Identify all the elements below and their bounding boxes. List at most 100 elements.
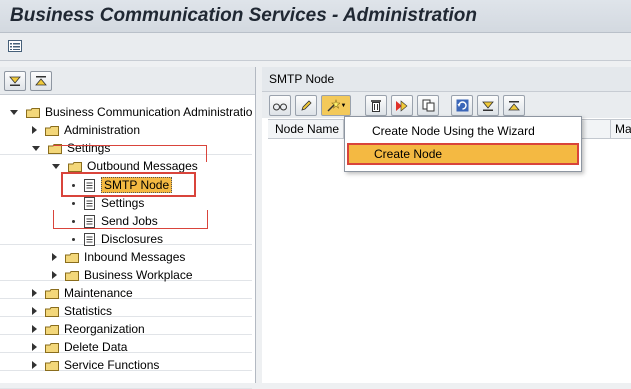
- create-button[interactable]: ▼: [321, 95, 351, 116]
- expand-subtree-button[interactable]: [477, 95, 499, 116]
- tree-item-label: Settings: [101, 196, 145, 210]
- tree-item-reorganization[interactable]: Reorganization: [32, 320, 145, 338]
- tree-item-label: Outbound Messages: [87, 159, 198, 173]
- column-header-ma[interactable]: Ma: [615, 122, 631, 136]
- tree-item-maintenance[interactable]: Maintenance: [32, 284, 133, 302]
- tree-toolbar: [0, 67, 255, 95]
- copy-icon: [422, 99, 434, 112]
- execute-icon: [396, 99, 408, 112]
- document-icon: [84, 232, 95, 246]
- tree-item-settings[interactable]: Settings: [32, 139, 110, 157]
- tree-item-bc-administration[interactable]: Business Communication Administratio: [10, 103, 252, 121]
- tree-item-label: Statistics: [64, 304, 113, 318]
- expanded-arrow-icon: [10, 109, 18, 115]
- tree-item-send-jobs[interactable]: Send Jobs: [72, 212, 158, 230]
- folder-icon: [65, 270, 79, 281]
- copy-button[interactable]: [417, 95, 439, 116]
- navigation-tree-pane: Business Communication Administratio Adm…: [0, 67, 256, 389]
- document-icon: [84, 214, 95, 228]
- folder-icon: [45, 288, 59, 299]
- tree-item-statistics[interactable]: Statistics: [32, 302, 112, 320]
- menu-item-create-node-wizard[interactable]: Create Node Using the Wizard: [347, 120, 579, 142]
- expanded-arrow-icon: [32, 145, 40, 151]
- tree-item-outbound-messages[interactable]: Outbound Messages: [52, 157, 198, 175]
- panel-header: SMTP Node: [262, 67, 631, 92]
- glasses-icon: [273, 103, 287, 110]
- expand-icon: [482, 101, 494, 111]
- folder-icon: [45, 324, 59, 335]
- refresh-button[interactable]: [451, 95, 473, 116]
- tree-item-label: Maintenance: [64, 286, 133, 300]
- tree-item-smtp-node[interactable]: SMTP Node: [72, 176, 173, 194]
- collapse-subtree-button[interactable]: [503, 95, 525, 116]
- collapsed-arrow-icon: [52, 253, 57, 261]
- bullet-icon: [72, 183, 75, 187]
- collapsed-arrow-icon: [32, 325, 37, 333]
- tree-item-label: Send Jobs: [101, 214, 158, 228]
- tree-item-administration[interactable]: Administration: [32, 121, 140, 139]
- tree-item-label: Inbound Messages: [84, 250, 186, 264]
- panel-title: SMTP Node: [269, 72, 335, 86]
- folder-icon: [65, 252, 79, 263]
- edit-button[interactable]: [295, 95, 317, 116]
- tree-item-label: Administration: [64, 123, 141, 137]
- folder-icon: [45, 306, 59, 317]
- tree-item-settings-sub[interactable]: Settings: [72, 194, 144, 212]
- pencil-icon: [300, 100, 312, 111]
- document-icon: [84, 178, 95, 192]
- collapse-all-button[interactable]: [30, 71, 52, 91]
- collapse-icon: [35, 76, 47, 86]
- title-bar: Business Communication Services - Admini…: [0, 0, 631, 33]
- application-toolbar: [0, 33, 631, 61]
- tree-item-inbound-messages[interactable]: Inbound Messages: [52, 248, 185, 266]
- folder-open-icon: [48, 143, 62, 154]
- bullet-icon: [72, 201, 75, 205]
- menu-list-icon[interactable]: [6, 37, 24, 55]
- menu-item-create-node[interactable]: Create Node: [347, 143, 579, 165]
- refresh-icon: [456, 99, 468, 112]
- dropdown-caret-icon: ▼: [340, 102, 347, 109]
- trash-icon: [371, 100, 381, 112]
- magic-wand-icon: [327, 98, 340, 111]
- collapsed-arrow-icon: [32, 361, 37, 369]
- collapsed-arrow-icon: [32, 289, 37, 297]
- tree-item-label: Business Communication Administratio: [45, 105, 253, 119]
- delete-button[interactable]: [365, 95, 387, 116]
- tree-item-label: Delete Data: [64, 340, 128, 354]
- folder-icon: [45, 125, 59, 136]
- create-context-menu: Create Node Using the Wizard Create Node: [344, 116, 582, 172]
- folder-icon: [45, 360, 59, 371]
- menu-item-label: Create Node Using the Wizard: [372, 124, 535, 138]
- bullet-icon: [72, 237, 75, 241]
- expanded-arrow-icon: [52, 163, 60, 169]
- window-title: Business Communication Services - Admini…: [10, 5, 478, 26]
- panel-toolbar: ▼: [262, 92, 631, 118]
- tree-item-delete-data[interactable]: Delete Data: [32, 338, 127, 356]
- expand-icon: [9, 76, 21, 86]
- collapse-icon: [508, 100, 520, 110]
- tree-item-label: Disclosures: [101, 232, 164, 246]
- tree-item-label: Reorganization: [64, 322, 145, 336]
- tree-item-label: Service Functions: [64, 358, 160, 372]
- menu-item-label: Create Node: [374, 147, 443, 161]
- tree-item-disclosures[interactable]: Disclosures: [72, 230, 163, 248]
- collapsed-arrow-icon: [32, 126, 37, 134]
- detail-pane: SMTP Node ▼ Node Name Ma: [262, 67, 631, 383]
- folder-open-icon: [26, 107, 40, 118]
- tree-item-label: Settings: [67, 141, 111, 155]
- folder-open-icon: [68, 161, 82, 172]
- tree-item-service-functions[interactable]: Service Functions: [32, 356, 159, 374]
- collapsed-arrow-icon: [32, 343, 37, 351]
- collapsed-arrow-icon: [52, 271, 57, 279]
- expand-all-button[interactable]: [4, 71, 26, 91]
- tree-item-business-workplace[interactable]: Business Workplace: [52, 266, 193, 284]
- bullet-icon: [72, 219, 75, 223]
- tree-item-label: Business Workplace: [84, 268, 193, 282]
- execute-button[interactable]: [391, 95, 413, 116]
- collapsed-arrow-icon: [32, 307, 37, 315]
- display-button[interactable]: [269, 95, 291, 116]
- column-header-node-name[interactable]: Node Name: [275, 122, 339, 136]
- document-icon: [84, 196, 95, 210]
- tree-item-label: SMTP Node: [101, 177, 173, 193]
- folder-icon: [45, 342, 59, 353]
